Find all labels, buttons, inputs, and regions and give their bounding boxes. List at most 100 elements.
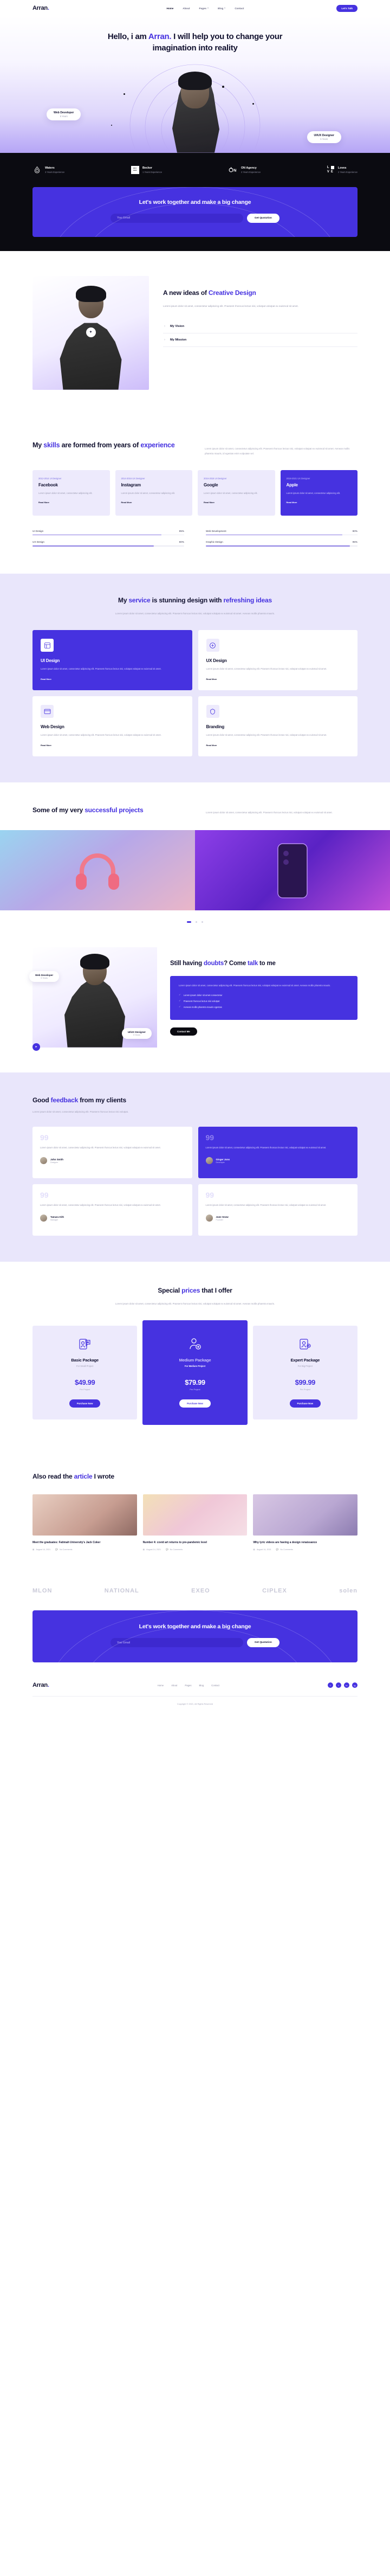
article-title[interactable]: Meet the graduates: Fatimah University's…	[32, 1540, 137, 1545]
plan-price: $49.99	[74, 1378, 95, 1387]
chevron-down-icon	[207, 8, 209, 9]
point-text: Lorem ipsum dolor sit amet consectetur	[183, 993, 223, 997]
feedback-role: Manager	[50, 1218, 58, 1221]
service-card-ux-design[interactable]: UX Design Lorem ipsum dolor sit amet, co…	[198, 630, 358, 691]
skill-card-facebook[interactable]: 2012-2014 UI Designer Facebook Lorem ips…	[32, 470, 110, 516]
service-card-web-design[interactable]: Web Design Lorem ipsum dolor sit amet, c…	[32, 696, 192, 757]
footer-get-quotation-button[interactable]: Get Quotation	[247, 1638, 280, 1648]
projects-carousel-dots[interactable]	[0, 910, 390, 926]
ar-a: Also read the	[32, 1473, 74, 1481]
nav-item-contact[interactable]: Contact	[235, 7, 244, 10]
service-read-more[interactable]: Read More	[206, 744, 350, 747]
purchase-button[interactable]: Purchase Now	[289, 1399, 321, 1408]
article-title[interactable]: Why lyric videos are having a design ren…	[253, 1540, 358, 1545]
feedback-text: Lorem ipsum dolor sit amet, consectetur …	[40, 1204, 161, 1207]
service-name: Branding	[206, 724, 225, 730]
svc-hl2: refreshing ideas	[223, 596, 272, 604]
article-title[interactable]: Number 4: covid art returns to pre-pande…	[143, 1540, 248, 1545]
skill-read-more[interactable]: Read More	[287, 501, 352, 504]
service-desc: Lorem ipsum dolor sit amet, consectetur …	[41, 667, 161, 671]
contact-me-button[interactable]: Contact Me	[170, 1027, 197, 1036]
avatar	[40, 1157, 47, 1165]
instagram-icon[interactable]: ig	[352, 1682, 358, 1688]
service-card-branding[interactable]: Branding Lorem ipsum dolor sit amet, con…	[198, 696, 358, 757]
plan-sub: For Big Project	[297, 1365, 313, 1368]
service-card-ui-design[interactable]: UI Design Lorem ipsum dolor sit amet, co…	[32, 630, 192, 691]
footer-link-pages[interactable]: Pages	[185, 1684, 191, 1687]
site-logo[interactable]: Arran.	[32, 5, 49, 11]
accordion-item-my-vision[interactable]: › My Vision	[163, 320, 358, 333]
play-arrow-icon[interactable]: ▸	[32, 1043, 40, 1051]
footer-link-contact[interactable]: Contact	[211, 1684, 219, 1687]
check-icon: ✓	[179, 1005, 181, 1008]
linkedin-icon[interactable]: in	[343, 1682, 349, 1688]
email-input[interactable]	[110, 213, 243, 223]
check-icon: ✓	[179, 993, 181, 997]
project-image-headphones[interactable]	[0, 830, 195, 910]
skill-card-apple[interactable]: 2018-2021 UX Designer Apple Lorem ipsum …	[280, 470, 358, 516]
footer-link-home[interactable]: Home	[158, 1684, 164, 1687]
progress-track	[206, 545, 358, 547]
nav-item-about[interactable]: About	[183, 7, 190, 10]
facebook-icon[interactable]: f	[327, 1682, 333, 1688]
feedback-card-john-smith: 99 Lorem ipsum dolor sit amet, consectet…	[32, 1126, 192, 1178]
footer-logo-dot: .	[47, 1682, 49, 1689]
site-footer: Arran. Home About Pages Blog Contact f t…	[0, 1682, 390, 1720]
article-card[interactable]: Meet the graduates: Fatimah University's…	[32, 1494, 137, 1551]
pricing-cards: Basic Package For Small Project $49.99 P…	[32, 1320, 358, 1425]
quote-icon: 99	[205, 1190, 214, 1199]
user-add-icon	[187, 1337, 203, 1352]
service-read-more[interactable]: Read More	[206, 678, 350, 680]
twitter-icon[interactable]: t	[335, 1682, 341, 1688]
nav-item-pages[interactable]: Pages	[199, 7, 209, 10]
skill-read-more[interactable]: Read More	[38, 501, 104, 504]
purchase-button[interactable]: Purchase Now	[69, 1399, 101, 1408]
feedback-name: Tamara Kith	[50, 1215, 64, 1218]
feedback-name: June Snow	[216, 1215, 229, 1218]
service-read-more[interactable]: Read More	[41, 744, 184, 747]
badge-title: UI/UX Designer	[314, 133, 334, 137]
footer-cta-box: Let's work together and make a big chang…	[32, 1610, 358, 1663]
lets-talk-button[interactable]: Let's Talk	[336, 4, 358, 12]
project-image-phone[interactable]	[195, 830, 390, 910]
purchase-button[interactable]: Purchase Now	[179, 1399, 211, 1408]
ar-b: I wrote	[92, 1473, 114, 1481]
nav-label: Pages	[199, 7, 207, 10]
service-read-more[interactable]: Read More	[41, 678, 184, 680]
article-card[interactable]: Number 4: covid art returns to pre-pande…	[142, 1494, 248, 1551]
cta-band: Let's work together and make a big chang…	[0, 187, 390, 251]
footer-email-input[interactable]	[110, 1638, 243, 1648]
footer-link-about[interactable]: About	[171, 1684, 177, 1687]
pr-b: that I offer	[200, 1286, 232, 1294]
progress-fill	[206, 534, 342, 536]
pr-a: Special	[158, 1286, 182, 1294]
skill-read-more[interactable]: Read More	[121, 501, 187, 504]
doubts-hair	[80, 953, 109, 969]
becker-box-icon: BEC KER	[131, 165, 139, 174]
skill-read-more[interactable]: Read More	[204, 501, 269, 504]
skill-name: Google	[204, 482, 218, 487]
brand-name: Becker	[142, 166, 152, 170]
footer-link-blog[interactable]: Blog	[199, 1684, 204, 1687]
carousel-dot-active[interactable]	[186, 921, 191, 923]
skill-card-google[interactable]: 2016-2018 UI Designer Google Lorem ipsum…	[198, 470, 275, 516]
progress-track	[32, 534, 184, 536]
article-card[interactable]: Why lyric videos are having a design ren…	[253, 1494, 358, 1551]
nav-label: Blog	[218, 7, 224, 10]
nav-item-blog[interactable]: Blog	[218, 7, 226, 10]
logo-dot: .	[47, 5, 49, 11]
footer-cta-form: Get Quotation	[49, 1638, 341, 1648]
date-text: August 14, 2021	[146, 1549, 161, 1551]
doubts-image: Web Developer 5 Years UI/UX Designer 5 Y…	[29, 947, 157, 1051]
skill-card-instagram[interactable]: 2014-2016 UX Designer Instagram Lorem ip…	[115, 470, 192, 516]
accordion-item-my-mission[interactable]: › My Mission	[163, 333, 358, 347]
check-icon: ✓	[179, 999, 181, 1003]
projects-header: Some of my very successful projects Lore…	[0, 805, 390, 815]
nav-item-home[interactable]: Home	[167, 7, 174, 10]
get-quotation-button[interactable]: Get Quotation	[247, 213, 280, 223]
pricing-card-expert: Expert Package For Big Project $99.99 Pe…	[252, 1326, 358, 1420]
footer-logo[interactable]: Arran.	[32, 1682, 49, 1688]
carousel-dot[interactable]	[196, 921, 197, 923]
carousel-dot[interactable]	[202, 921, 204, 923]
accordion-label: My Vision	[170, 324, 185, 328]
